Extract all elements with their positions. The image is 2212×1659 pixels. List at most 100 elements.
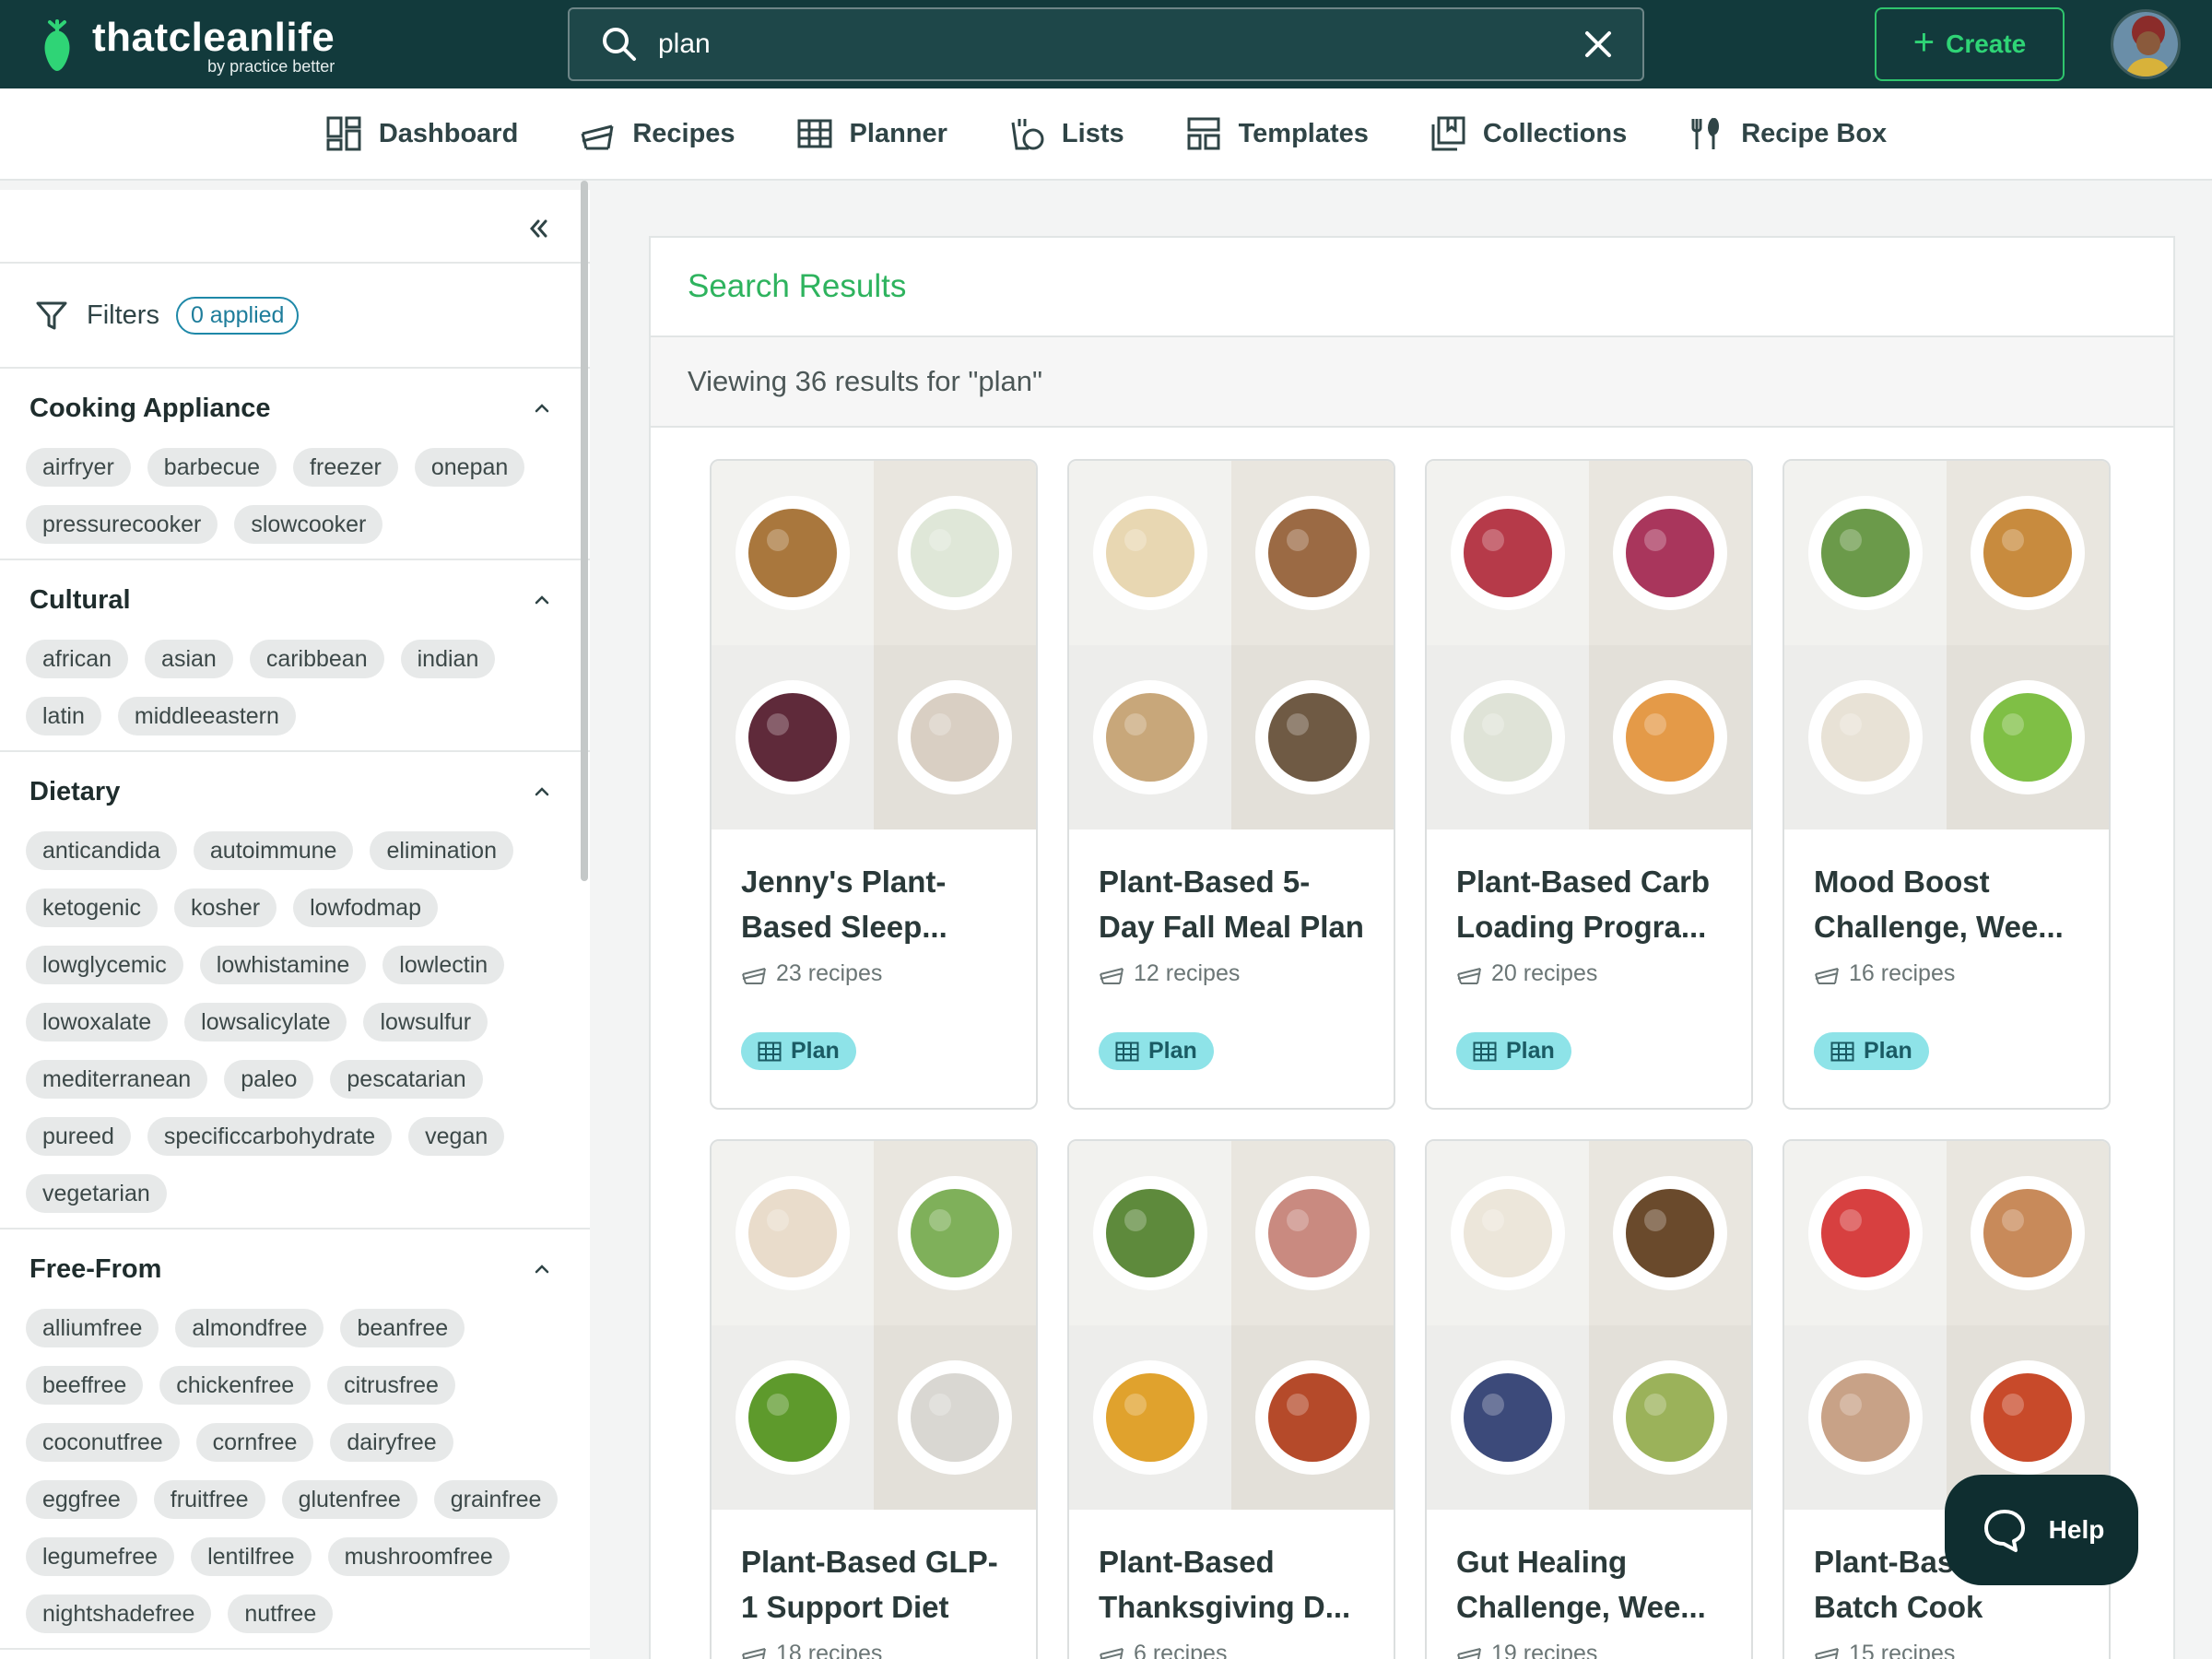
- recipes-icon: [1815, 967, 1839, 984]
- filter-chip-pescatarian[interactable]: pescatarian: [330, 1060, 483, 1099]
- filter-chip-pureed[interactable]: pureed: [26, 1117, 131, 1156]
- filter-chip-lowglycemic[interactable]: lowglycemic: [26, 946, 183, 984]
- filter-chip-mushroomfree[interactable]: mushroomfree: [327, 1537, 510, 1576]
- recipe-count: 18 recipes: [741, 1641, 1006, 1659]
- filter-chip-lowlectin[interactable]: lowlectin: [382, 946, 505, 984]
- card-title[interactable]: Jenny's Plant-Based Sleep...: [741, 859, 1006, 949]
- filter-group-header[interactable]: Dietary: [26, 752, 590, 831]
- filter-chip-anticandida[interactable]: anticandida: [26, 831, 177, 870]
- close-icon[interactable]: [1576, 22, 1620, 66]
- card-title[interactable]: Plant-Based 5-Day Fall Meal Plan: [1099, 859, 1364, 949]
- nav-recipes[interactable]: Recipes: [579, 115, 735, 152]
- filter-chip-lowsalicylate[interactable]: lowsalicylate: [184, 1003, 347, 1041]
- planner-icon: [1473, 1041, 1497, 1061]
- recipes-icon: [1457, 1647, 1481, 1659]
- plan-badge-label: Plan: [1864, 1038, 1912, 1064]
- filter-chip-fruitfree[interactable]: fruitfree: [153, 1480, 265, 1519]
- filter-chip-onepan[interactable]: onepan: [414, 448, 525, 487]
- filter-chip-lowsulfur[interactable]: lowsulfur: [363, 1003, 488, 1041]
- filter-chip-vegan[interactable]: vegan: [408, 1117, 505, 1156]
- filter-chip-chickenfree[interactable]: chickenfree: [159, 1366, 312, 1405]
- filter-chip-dairyfree[interactable]: dairyfree: [330, 1423, 453, 1462]
- filter-chip-airfryer[interactable]: airfryer: [26, 448, 131, 487]
- plan-badge: Plan: [1456, 1032, 1571, 1070]
- filter-chip-paleo[interactable]: paleo: [224, 1060, 314, 1099]
- chat-bubble-icon: [1983, 1510, 2025, 1552]
- filter-chip-beeffree[interactable]: beeffree: [26, 1366, 144, 1405]
- filter-group-title: Free-From: [29, 1253, 162, 1284]
- filter-chip-latin[interactable]: latin: [26, 697, 101, 735]
- plan-card[interactable]: Plant-Based Thanksgiving D... 6 recipes: [1067, 1139, 1395, 1659]
- nav-dashboard[interactable]: Dashboard: [325, 115, 518, 152]
- filter-chip-lowhistamine[interactable]: lowhistamine: [199, 946, 367, 984]
- filter-chip-caribbean[interactable]: caribbean: [249, 640, 384, 678]
- filter-chip-barbecue[interactable]: barbecue: [147, 448, 277, 487]
- filter-group-header[interactable]: Cultural: [26, 560, 590, 640]
- double-chevron-left-icon[interactable]: [524, 214, 553, 243]
- recipe-thumbnail: [1231, 645, 1394, 830]
- filter-chips: airfryer barbecue freezer onepan pressurecoo…: [26, 448, 590, 544]
- filter-chip-asian[interactable]: asian: [145, 640, 233, 678]
- brand-logo[interactable]: thatcleanlife by practice better: [41, 9, 335, 83]
- filter-chip-autoimmune[interactable]: autoimmune: [193, 831, 354, 870]
- recipe-thumbnail: [874, 1141, 1036, 1325]
- recipe-count: 16 recipes: [1814, 960, 2079, 987]
- filter-chip-specificcarbohydrate[interactable]: specificcarbohydrate: [147, 1117, 393, 1156]
- filter-chip-lentilfree[interactable]: lentilfree: [191, 1537, 312, 1576]
- filter-chip-ketogenic[interactable]: ketogenic: [26, 888, 159, 927]
- filter-chip-beanfree[interactable]: beanfree: [340, 1309, 465, 1347]
- filter-chip-slowcooker[interactable]: slowcooker: [234, 505, 383, 544]
- filter-chip-almondfree[interactable]: almondfree: [175, 1309, 324, 1347]
- filter-chip-coconutfree[interactable]: coconutfree: [26, 1423, 180, 1462]
- nav-lists[interactable]: Lists: [1008, 115, 1124, 152]
- filter-chip-cornfree[interactable]: cornfree: [195, 1423, 314, 1462]
- filter-chip-elimination[interactable]: elimination: [370, 831, 513, 870]
- filter-chip-kosher[interactable]: kosher: [174, 888, 277, 927]
- plan-card[interactable]: Plant-Based 5-Day Fall Meal Plan 12 recip…: [1067, 459, 1395, 1110]
- card-title[interactable]: Plant-Based Thanksgiving D...: [1099, 1539, 1364, 1630]
- plan-card[interactable]: Gut Healing Challenge, Wee... 19 recipes: [1425, 1139, 1753, 1659]
- filter-chip-eggfree[interactable]: eggfree: [26, 1480, 137, 1519]
- recipes-icon: [1100, 967, 1124, 984]
- card-title[interactable]: Mood Boost Challenge, Wee...: [1814, 859, 2079, 949]
- nav-recipe-box[interactable]: Recipe Box: [1688, 115, 1887, 152]
- filter-chip-freezer[interactable]: freezer: [293, 448, 398, 487]
- plan-card[interactable]: Plant-Based GLP-1 Support Diet copy 18 re…: [710, 1139, 1038, 1659]
- brand-subtitle: by practice better: [207, 56, 335, 76]
- filter-group-header[interactable]: Cooking Appliance: [26, 369, 590, 448]
- nav-templates[interactable]: Templates: [1185, 115, 1369, 152]
- filter-group-cultural: Cultural african asian caribbean indian latin…: [0, 560, 590, 752]
- avatar[interactable]: [2111, 9, 2181, 79]
- search-input[interactable]: [645, 17, 1576, 72]
- plan-card[interactable]: Jenny's Plant-Based Sleep... 23 recipes Pl…: [710, 459, 1038, 1110]
- filter-chip-indian[interactable]: indian: [400, 640, 496, 678]
- filter-chip-nightshadefree[interactable]: nightshadefree: [26, 1594, 212, 1633]
- card-title[interactable]: Plant-Based Carb Loading Progra...: [1456, 859, 1722, 949]
- card-title[interactable]: Plant-Based GLP-1 Support Diet copy: [741, 1539, 1006, 1630]
- filter-chip-alliumfree[interactable]: alliumfree: [26, 1309, 159, 1347]
- plan-card[interactable]: Plant-Based Carb Loading Progra... 20 rec…: [1425, 459, 1753, 1110]
- recipe-thumbnail: [1427, 1325, 1589, 1510]
- sidebar-scrollbar[interactable]: [581, 181, 588, 881]
- filter-chip-lowfodmap[interactable]: lowfodmap: [293, 888, 438, 927]
- filters-header[interactable]: Filters 0 applied: [0, 264, 590, 369]
- top-bar: thatcleanlife by practice better + Creat…: [0, 0, 2212, 88]
- nav-collections[interactable]: Collections: [1430, 115, 1627, 152]
- filter-chip-citrusfree[interactable]: citrusfree: [327, 1366, 455, 1405]
- filter-chip-grainfree[interactable]: grainfree: [433, 1480, 559, 1519]
- filter-chip-middleeastern[interactable]: middleeastern: [117, 697, 296, 735]
- plan-card[interactable]: Mood Boost Challenge, Wee... 16 recipes Pl…: [1783, 459, 2111, 1110]
- filter-chip-lowoxalate[interactable]: lowoxalate: [26, 1003, 169, 1041]
- filter-chip-african[interactable]: african: [26, 640, 129, 678]
- nav-planner[interactable]: Planner: [796, 115, 947, 152]
- help-button[interactable]: Help: [1945, 1475, 2138, 1585]
- filter-chip-vegetarian[interactable]: vegetarian: [26, 1174, 167, 1213]
- filter-chip-nutfree[interactable]: nutfree: [228, 1594, 334, 1633]
- filter-chip-mediterranean[interactable]: mediterranean: [26, 1060, 208, 1099]
- filter-chip-glutenfree[interactable]: glutenfree: [281, 1480, 418, 1519]
- card-title[interactable]: Gut Healing Challenge, Wee...: [1456, 1539, 1722, 1630]
- filter-chip-pressurecooker[interactable]: pressurecooker: [26, 505, 218, 544]
- filter-group-header[interactable]: Free-From: [26, 1230, 590, 1309]
- create-button[interactable]: + Create: [1875, 7, 2065, 81]
- filter-chip-legumefree[interactable]: legumefree: [26, 1537, 175, 1576]
